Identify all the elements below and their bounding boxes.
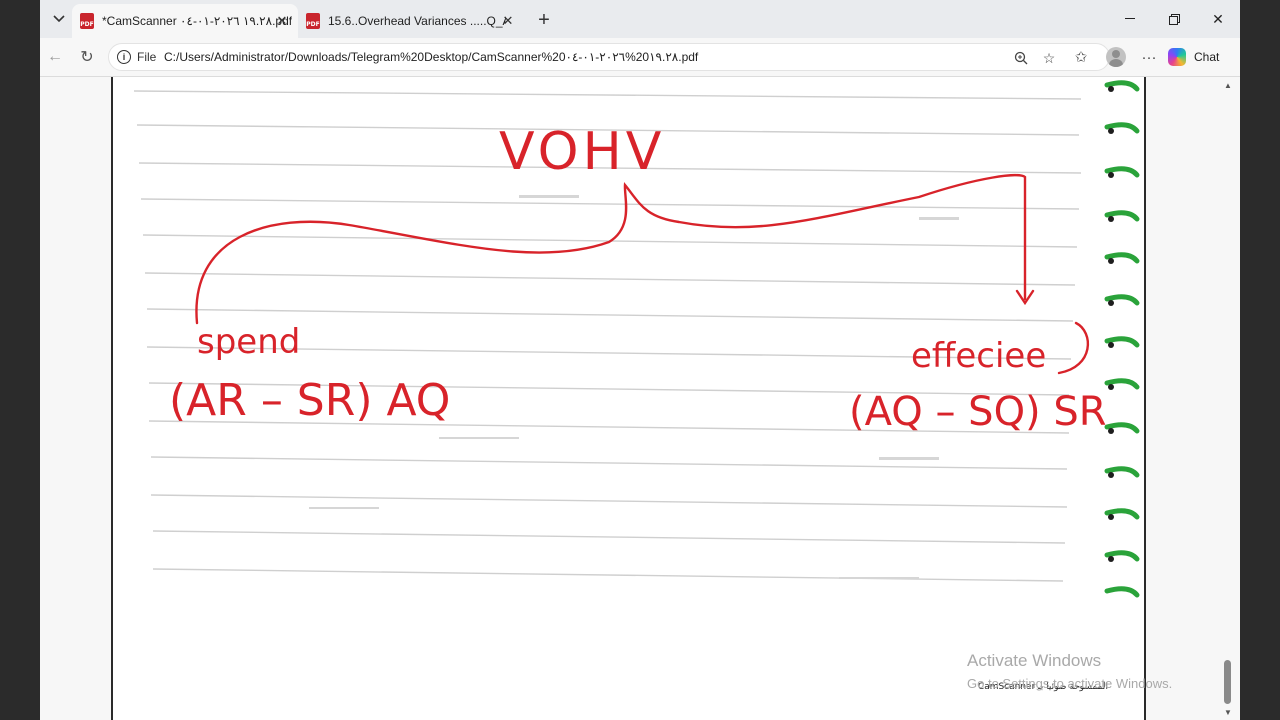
address-bar[interactable]: i File C:/Users/Administrator/Downloads/…	[108, 43, 1110, 71]
camscanner-footer: CamScanner الممسوحة ضوئيا بـ	[977, 682, 1108, 692]
scroll-up-arrow-icon[interactable]: ▲	[1223, 80, 1233, 90]
info-icon[interactable]: i	[117, 50, 131, 64]
zoom-icon[interactable]	[1011, 48, 1031, 68]
new-tab-plus-icon[interactable]: +	[532, 8, 556, 32]
pdf-viewer[interactable]: VOHV spend (AR – SR) AQ effeciee (AQ – S…	[40, 77, 1240, 720]
close-window-icon[interactable]: ✕	[1198, 6, 1238, 32]
efficiency-formula: (AQ – SQ) SR	[849, 389, 1107, 435]
copilot-icon	[1168, 48, 1186, 66]
refresh-icon[interactable]: ↻	[74, 45, 100, 69]
pdf-page: VOHV spend (AR – SR) AQ effeciee (AQ – S…	[111, 77, 1146, 720]
back-arrow-icon[interactable]: ←	[42, 45, 68, 69]
browser-toolbar: ← ↻ i File C:/Users/Administrator/Downlo…	[40, 38, 1240, 77]
copilot-chat-button[interactable]: Chat	[1168, 45, 1219, 69]
efficiency-label: effeciee	[911, 336, 1046, 376]
more-options-icon[interactable]: ···	[1138, 47, 1160, 67]
tab-overhead-variances-pdf[interactable]: PDF 15.6..Overhead Variances .....Q_A.p …	[298, 4, 524, 38]
tab-title: *CamScanner ١٩.٢٨ ٢٠٢٦-٠١-٠٤.pdf	[102, 14, 293, 28]
tab-title: 15.6..Overhead Variances .....Q_A.p	[328, 14, 506, 28]
favorite-star-icon[interactable]: ☆	[1039, 48, 1059, 68]
spend-label: spend	[197, 322, 300, 362]
minimize-icon[interactable]	[1110, 6, 1150, 32]
tab-actions-chevron-icon[interactable]	[46, 6, 72, 32]
close-tab-icon[interactable]: ✕	[500, 13, 516, 29]
vohv-heading: VOHV	[499, 122, 665, 182]
scroll-down-arrow-icon[interactable]: ▼	[1223, 707, 1233, 717]
spend-formula: (AR – SR) AQ	[169, 375, 450, 426]
pdf-icon: PDF	[80, 13, 94, 29]
browser-window: PDF *CamScanner ١٩.٢٨ ٢٠٢٦-٠١-٠٤.pdf ✕ P…	[40, 0, 1240, 720]
chat-label: Chat	[1194, 50, 1220, 64]
desktop-edge	[1240, 0, 1280, 720]
pdf-icon: PDF	[306, 13, 320, 29]
vertical-scrollbar[interactable]: ▲ ▼	[1220, 77, 1236, 720]
file-label: File	[137, 50, 157, 64]
scroll-thumb[interactable]	[1224, 660, 1231, 704]
tab-camscanner-pdf[interactable]: PDF *CamScanner ١٩.٢٨ ٢٠٢٦-٠١-٠٤.pdf ✕	[72, 4, 298, 38]
close-tab-icon[interactable]: ✕	[274, 13, 290, 29]
profile-avatar-icon[interactable]	[1106, 47, 1126, 67]
url-text[interactable]: C:/Users/Administrator/Downloads/Telegra…	[164, 50, 698, 64]
favorites-icon[interactable]: ✩	[1070, 47, 1092, 67]
tab-strip: PDF *CamScanner ١٩.٢٨ ٢٠٢٦-٠١-٠٤.pdf ✕ P…	[40, 0, 1240, 38]
scanned-notebook-page: VOHV spend (AR – SR) AQ effeciee (AQ – S…	[119, 77, 1141, 598]
restore-icon[interactable]	[1154, 6, 1194, 32]
